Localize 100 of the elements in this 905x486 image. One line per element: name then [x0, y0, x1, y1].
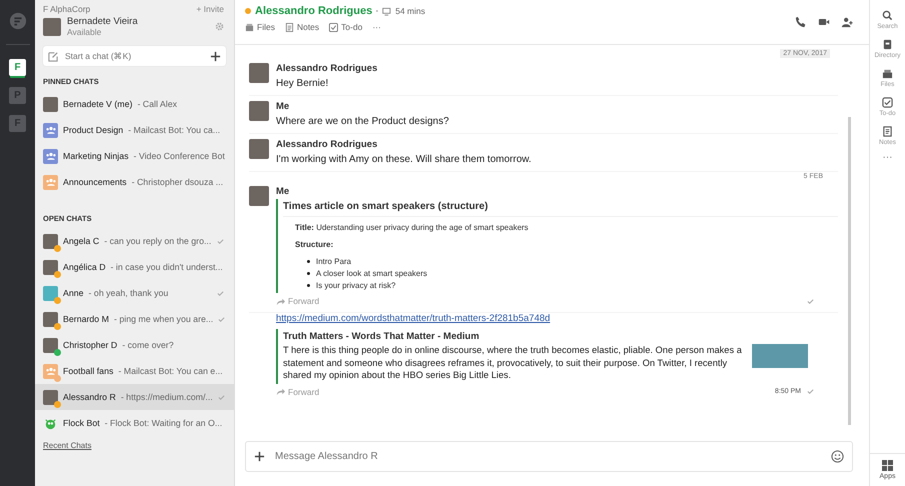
chat-item[interactable]: Christopher D - come over?: [35, 332, 234, 358]
chat-item[interactable]: Announcements - Christopher dsouza ...: [35, 169, 234, 195]
card-line: Title: Uderstanding user privacy during the age of smart speakers: [295, 223, 530, 232]
sender-name: Alessandro Rodrigues: [276, 139, 378, 150]
grid-icon: [882, 460, 893, 471]
plus-icon[interactable]: [254, 451, 265, 462]
chat-item[interactable]: Flock Bot - Flock Bot: Waiting for an O...: [35, 410, 234, 436]
notes-icon: [882, 126, 893, 137]
chat-name: Anne: [63, 288, 84, 298]
chat-name: Football fans: [63, 366, 114, 376]
message-field[interactable]: Message Alessandro R: [245, 441, 853, 472]
duration: 54 mins: [395, 6, 426, 16]
thumbnail-placeholder: [752, 344, 808, 368]
header-tab[interactable]: ···: [372, 22, 381, 32]
add-person-icon[interactable]: [841, 16, 853, 28]
chat-item[interactable]: Anne - oh yeah, thank you: [35, 280, 234, 306]
scrollbar[interactable]: [848, 117, 851, 425]
header-tab[interactable]: Files: [245, 22, 275, 32]
checkbox-icon: [882, 97, 893, 108]
avatar: [43, 312, 58, 326]
chat-item[interactable]: Alessandro R - https://medium.com/...: [35, 384, 234, 410]
recent-chats-link[interactable]: Recent Chats: [35, 436, 234, 455]
card-title: Times article on smart speakers (structure): [283, 201, 838, 217]
start-chat-field[interactable]: Start a chat (⌘K): [43, 46, 226, 66]
compose-icon: [48, 50, 59, 62]
chat-name: Bernardo M: [63, 314, 109, 324]
chat-preview: - Mailcast Bot: You can e...: [118, 366, 224, 376]
forward-arrow-icon: [276, 387, 285, 396]
avatar: [43, 286, 58, 300]
chat-name: Christopher D: [63, 340, 118, 350]
chat-preview: - can you reply on the gro...: [104, 236, 212, 246]
forward-arrow-icon: [276, 296, 285, 306]
avatar: [43, 338, 58, 352]
team-tab[interactable]: F: [9, 59, 26, 76]
header-tab[interactable]: Notes: [284, 22, 320, 32]
bullet-text: Intro Para: [316, 256, 352, 266]
chat-name: Marketing Ninjas: [63, 151, 129, 161]
user-avatar: [43, 18, 61, 36]
chat-preview: - https://medium.com/...: [120, 392, 213, 402]
chat-preview: - Mailcast Bot: You ca...: [128, 125, 222, 135]
chat-preview: - Call Alex: [137, 99, 178, 109]
chat-item[interactable]: Bernardo M - ping me when you are...: [35, 306, 234, 332]
group-icon: [43, 364, 58, 378]
sender-name: Alessandro Rodrigues: [276, 63, 378, 74]
notes-icon: [284, 22, 294, 32]
chat-item[interactable]: Product Design - Mailcast Bot: You ca...: [35, 117, 234, 143]
chat-preview: - Flock Bot: Waiting for an O...: [104, 418, 224, 428]
chat-item[interactable]: Football fans - Mailcast Bot: You can e...: [35, 358, 234, 384]
video-camera-icon[interactable]: [818, 16, 830, 28]
checkbox-icon: [329, 22, 338, 32]
chat-name: Alessandro R: [63, 392, 116, 402]
url-link[interactable]: https://medium.com/wordsthatmatter/truth-matters-2f281b5a748d: [276, 313, 838, 324]
avatar: [249, 139, 269, 159]
avatar: [43, 234, 58, 248]
sender-name: Me: [276, 186, 290, 197]
header-tab[interactable]: To-do: [329, 22, 362, 32]
card-subheading: Structure:: [295, 240, 334, 249]
phone-icon[interactable]: [795, 16, 807, 28]
chat-name: Product Design: [63, 125, 124, 135]
chat-name: Angela C: [63, 236, 100, 246]
chat-name: Announcements: [63, 177, 127, 187]
monitor-icon: [382, 6, 392, 16]
preview-title: Truth Matters - Words That Matter - Medium: [283, 331, 480, 342]
bullet-text: A closer look at smart speakers: [316, 268, 428, 278]
preview-description: T here is this thing people do in online discourse, where the truth becomes elastic, pliable. One person makes a statement and someone who disagrees reframes it, provocatively, to suit their purpose. On Twitter, I recently shared my opinion about the HBO series Big Little Lies.: [283, 344, 742, 382]
chat-item[interactable]: Angela C - can you reply on the gro...: [35, 228, 234, 254]
avatar: [249, 186, 269, 206]
invite-link[interactable]: + Invite: [196, 4, 224, 14]
sender-name: Me: [276, 101, 290, 112]
emoji-icon[interactable]: [831, 450, 844, 463]
start-chat-input[interactable]: Start a chat (⌘K): [63, 50, 206, 62]
chat-name: Flock Bot: [63, 418, 100, 428]
message-text: Where are we on the Product designs?: [276, 116, 450, 127]
chat-item[interactable]: Angélica D - in case you didn't underst...: [35, 254, 234, 280]
user-name: Bernadete Vieira: [67, 16, 139, 27]
chat-name: Bernadete V (me): [63, 99, 132, 109]
avatar: [43, 390, 58, 404]
search-icon: [882, 10, 893, 21]
chat-preview: - come over?: [122, 340, 175, 350]
chat-name: Angélica D: [63, 262, 106, 272]
avatar: [43, 96, 58, 112]
chat-preview: - Video Conference Bot: [134, 151, 225, 161]
chat-preview: - in case you didn't underst...: [110, 262, 224, 272]
avatar: [249, 101, 269, 121]
plus-icon[interactable]: [210, 50, 221, 62]
chat-item[interactable]: Bernadete V (me) - Call Alex: [35, 91, 234, 117]
org-name: F AlphaCorp: [43, 4, 90, 14]
files-icon: [245, 22, 254, 32]
files-icon: [882, 68, 893, 79]
avatar: [43, 260, 58, 274]
message-text: I'm working with Amy on these. Will share them tomorrow.: [276, 154, 532, 165]
chat-title: Alessandro Rodrigues: [255, 5, 372, 17]
avatar: [249, 63, 269, 83]
user-status: Available: [67, 27, 102, 37]
book-icon: [882, 39, 893, 50]
message-text: Hey Bernie!: [276, 78, 330, 89]
chat-item[interactable]: Marketing Ninjas - Video Conference Bot: [35, 143, 234, 169]
chat-preview: - Christopher dsouza ...: [132, 177, 224, 187]
chat-preview: - ping me when you are...: [114, 314, 214, 324]
rail-button[interactable]: ···: [882, 155, 892, 161]
